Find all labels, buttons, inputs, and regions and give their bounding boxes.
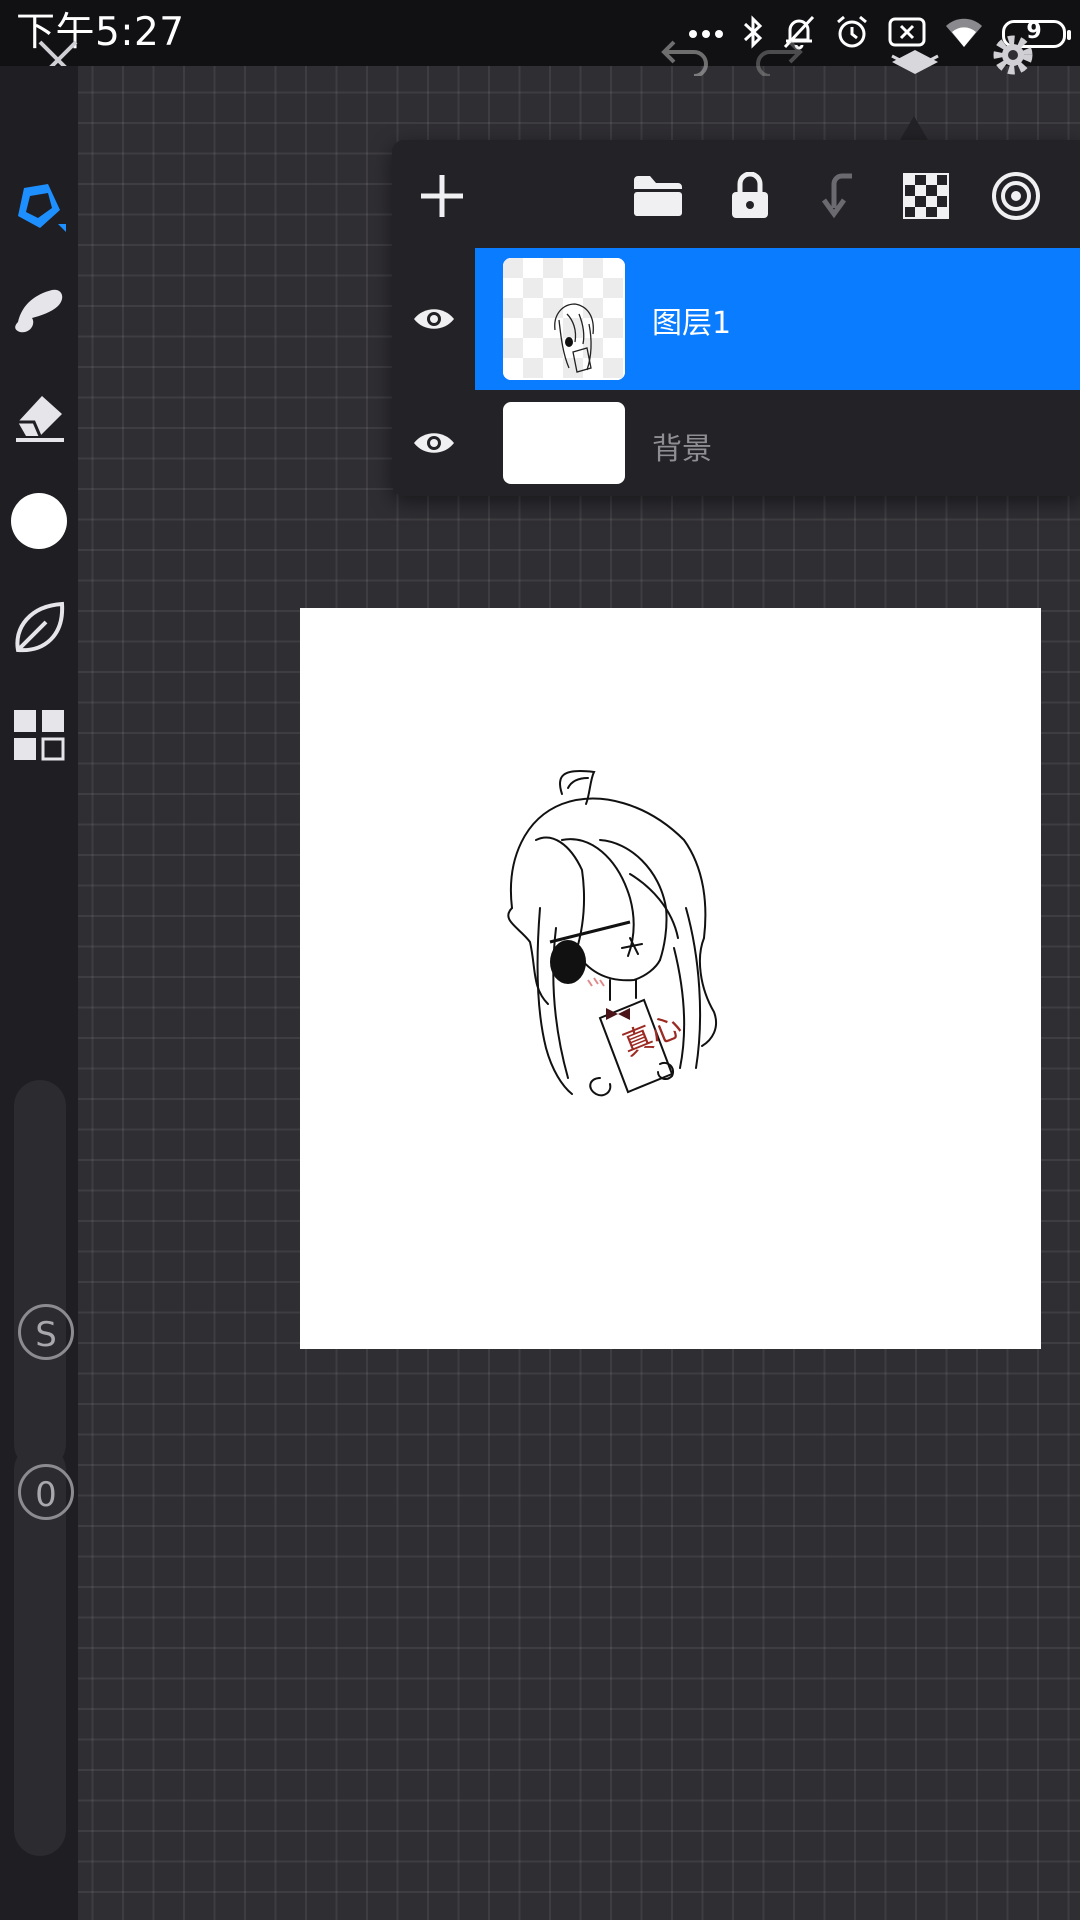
layers-panel-caret — [900, 116, 928, 140]
lock-icon[interactable] — [722, 168, 778, 224]
layer-thumbnail — [503, 402, 625, 484]
layer-name: 背景 — [652, 432, 712, 467]
merge-down-icon[interactable] — [810, 168, 866, 224]
eye-icon — [413, 433, 454, 453]
left-toolbar: S 0 — [0, 66, 78, 1920]
layers-panel-toolbar — [392, 140, 1080, 248]
wifi-icon — [944, 15, 984, 53]
folder-icon[interactable] — [630, 168, 686, 224]
settings-icon[interactable] — [988, 30, 1038, 84]
visibility-toggle[interactable] — [392, 248, 475, 390]
redo-icon[interactable] — [750, 36, 804, 80]
layer-row-2[interactable]: 背景 — [392, 390, 1080, 496]
grid-icon[interactable] — [10, 706, 68, 764]
layer-selected-bg: 图层1 — [475, 248, 1080, 390]
size-badge: S — [18, 1304, 74, 1360]
opacity-badge: 0 — [18, 1464, 74, 1520]
smudge-icon[interactable] — [10, 282, 68, 340]
layers-icon[interactable] — [888, 36, 942, 84]
eye-icon — [413, 309, 454, 329]
layer-thumbnail — [503, 258, 625, 380]
layer-bg: 背景 — [475, 390, 1080, 496]
layer-name: 图层1 — [652, 306, 732, 341]
brush-size-slider[interactable] — [14, 1080, 66, 1470]
artwork: 真心 — [507, 770, 718, 1097]
layer-row-1[interactable]: 图层1 — [392, 248, 1080, 390]
undo-icon[interactable] — [660, 36, 714, 80]
alarm-icon — [834, 14, 870, 54]
color-swatch[interactable] — [10, 492, 68, 550]
eraser-icon[interactable] — [10, 388, 68, 446]
drawing-canvas[interactable]: 真心 — [300, 608, 1041, 1349]
blend-icon[interactable] — [988, 168, 1044, 224]
leaf-icon[interactable] — [10, 598, 68, 656]
layers-panel: 图层1 背景 — [392, 140, 1080, 496]
transparency-icon[interactable] — [898, 168, 954, 224]
add-layer-icon[interactable] — [414, 168, 470, 224]
pen-icon[interactable] — [10, 176, 68, 234]
visibility-toggle[interactable] — [392, 390, 475, 496]
